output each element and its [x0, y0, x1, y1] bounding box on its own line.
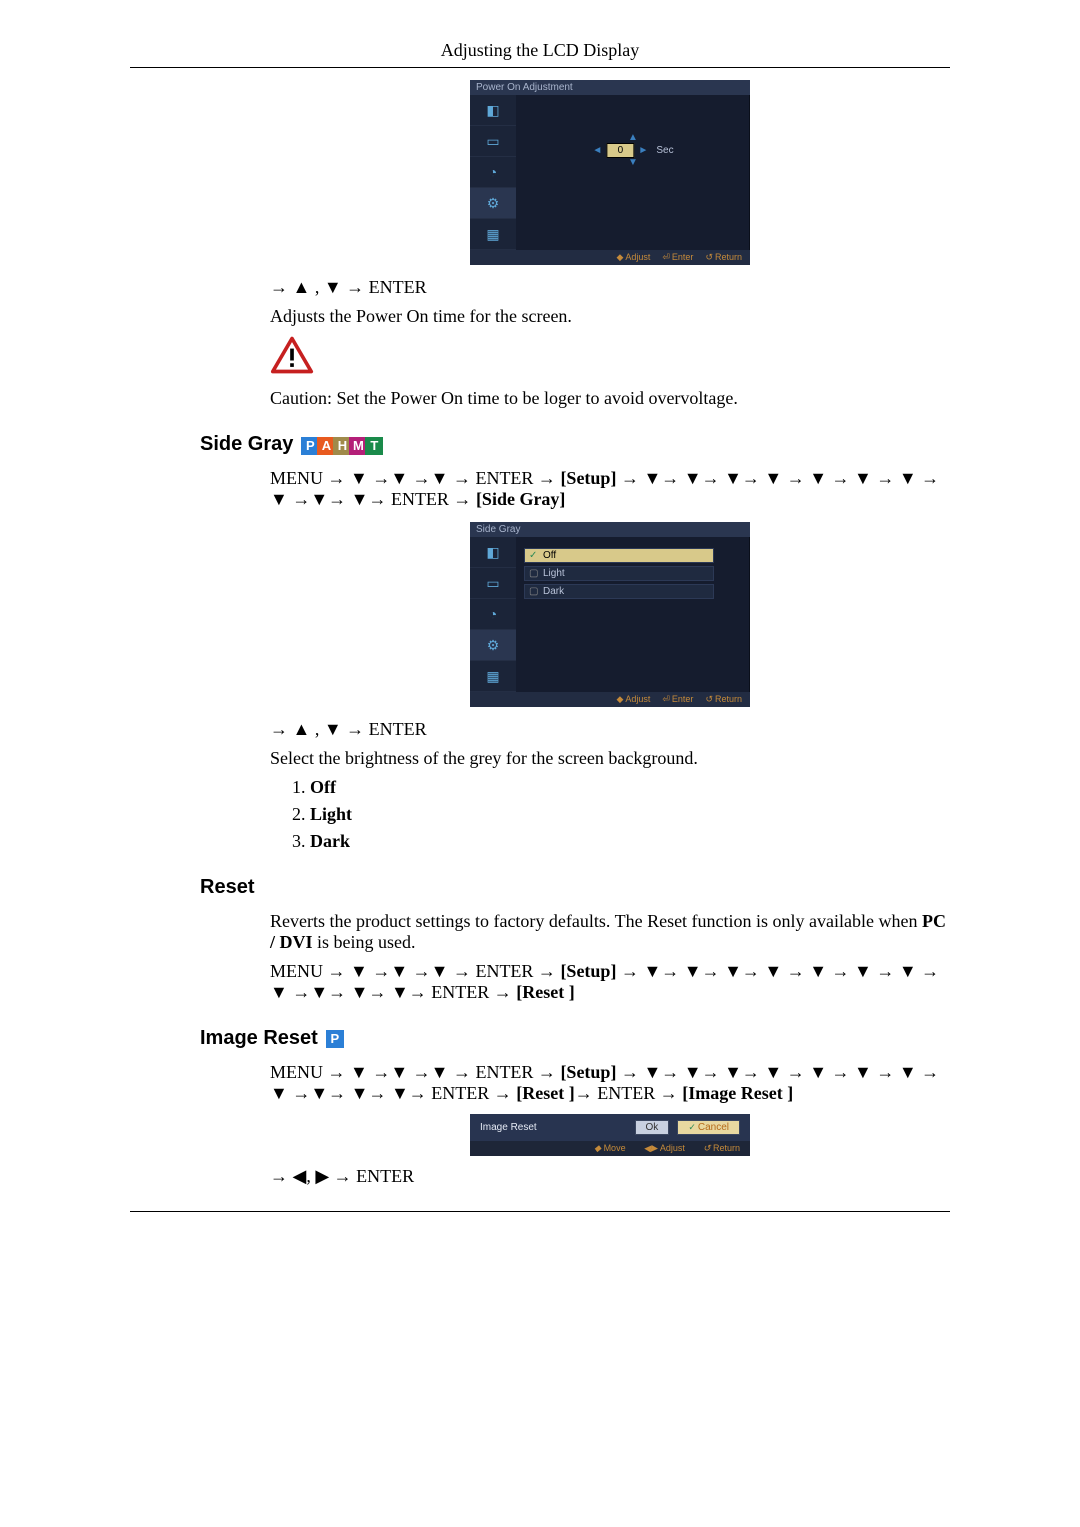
- footer-rule: [130, 1211, 950, 1212]
- chevron-right-icon: ►: [638, 145, 648, 156]
- imagereset-path: MENU → ▼ →▼ →▼ → ENTER → [Setup] → ▼→ ▼→…: [270, 1062, 950, 1104]
- sidegray-path: MENU → ▼ →▼ →▼ → ENTER → [Setup] → ▼→ ▼→…: [270, 468, 950, 510]
- tag-p: P: [326, 1030, 344, 1048]
- osd-footer: ◆Adjust ⏎Enter ↺Return: [470, 692, 750, 707]
- ok-button: Ok: [635, 1120, 670, 1135]
- sidegray-desc: Select the brightness of the grey for th…: [270, 748, 950, 769]
- stepper: ▲ ◄ 0 ► Sec ▼: [592, 133, 673, 168]
- reset-path: MENU → ▼ →▼ →▼ → ENTER → [Setup] → ▼→ ▼→…: [270, 961, 950, 1003]
- sidegray-options-list: Off Light Dark: [270, 777, 950, 852]
- caution-icon: [270, 335, 314, 380]
- multi-icon: ▦: [470, 661, 516, 692]
- box-icon: ▢: [529, 586, 539, 597]
- osd-title: Side Gray: [470, 522, 750, 537]
- heading-reset: Reset: [200, 876, 950, 899]
- header-rule: [130, 67, 950, 68]
- gear-icon: ⚙: [470, 630, 516, 661]
- poweron-desc: Adjusts the Power On time for the screen…: [270, 306, 950, 327]
- option-light: ▢Light: [524, 566, 714, 581]
- nav-sequence: → ▲ , ▼ → ENTER: [270, 277, 950, 298]
- osd-power-on: Power On Adjustment ◧ ▭ ◔ ⚙ ▦ ▲ ◄: [470, 80, 750, 265]
- osd-side-gray: Side Gray ◧ ▭ ◔ ⚙ ▦ ✓Off ▢Light ▢Dark: [470, 522, 750, 707]
- osd-title: Image Reset: [480, 1122, 537, 1133]
- chevron-down-icon: ▼: [592, 158, 673, 168]
- cancel-button: Cancel: [677, 1120, 740, 1135]
- box-icon: ▢: [529, 568, 539, 579]
- osd-sidebar: ◧ ▭ ◔ ⚙ ▦: [470, 537, 516, 692]
- heading-side-gray: Side Gray PAHMT: [200, 433, 950, 456]
- osd-title: Power On Adjustment: [470, 80, 750, 95]
- option-dark: ▢Dark: [524, 584, 714, 599]
- chevron-up-icon: ▲: [592, 133, 673, 143]
- timer-icon: ◔: [470, 157, 516, 188]
- timer-icon: ◔: [470, 599, 516, 630]
- caution-text: Caution: Set the Power On time to be log…: [270, 388, 950, 409]
- osd-footer: ◆ Move ◀▶ Adjust ↺ Return: [470, 1141, 750, 1156]
- stepper-value: 0: [606, 143, 634, 158]
- input-icon: ▭: [470, 126, 516, 157]
- heading-image-reset: Image Reset P: [200, 1027, 950, 1050]
- nav-sequence: → ▲ , ▼ → ENTER: [270, 719, 950, 740]
- tag-t: T: [365, 437, 383, 455]
- multi-icon: ▦: [470, 219, 516, 250]
- chevron-left-icon: ◄: [592, 145, 602, 156]
- picture-icon: ◧: [470, 537, 516, 568]
- list-item: Dark: [310, 831, 350, 851]
- osd-sidebar: ◧ ▭ ◔ ⚙ ▦: [470, 95, 516, 250]
- osd-footer: ◆Adjust ⏎Enter ↺Return: [470, 250, 750, 265]
- osd-image-reset: Image Reset Ok Cancel ◆ Move ◀▶ Adjust ↺…: [470, 1114, 750, 1156]
- input-icon: ▭: [470, 568, 516, 599]
- reset-desc: Reverts the product settings to factory …: [270, 911, 950, 953]
- check-icon: ✓: [529, 550, 539, 561]
- stepper-unit: Sec: [656, 145, 673, 156]
- nav-sequence: → ◀, ▶ → ENTER: [270, 1166, 950, 1187]
- list-item: Light: [310, 804, 352, 824]
- list-item: Off: [310, 777, 336, 797]
- gear-icon: ⚙: [470, 188, 516, 219]
- page-header: Adjusting the LCD Display: [130, 40, 950, 61]
- option-off: ✓Off: [524, 548, 714, 563]
- picture-icon: ◧: [470, 95, 516, 126]
